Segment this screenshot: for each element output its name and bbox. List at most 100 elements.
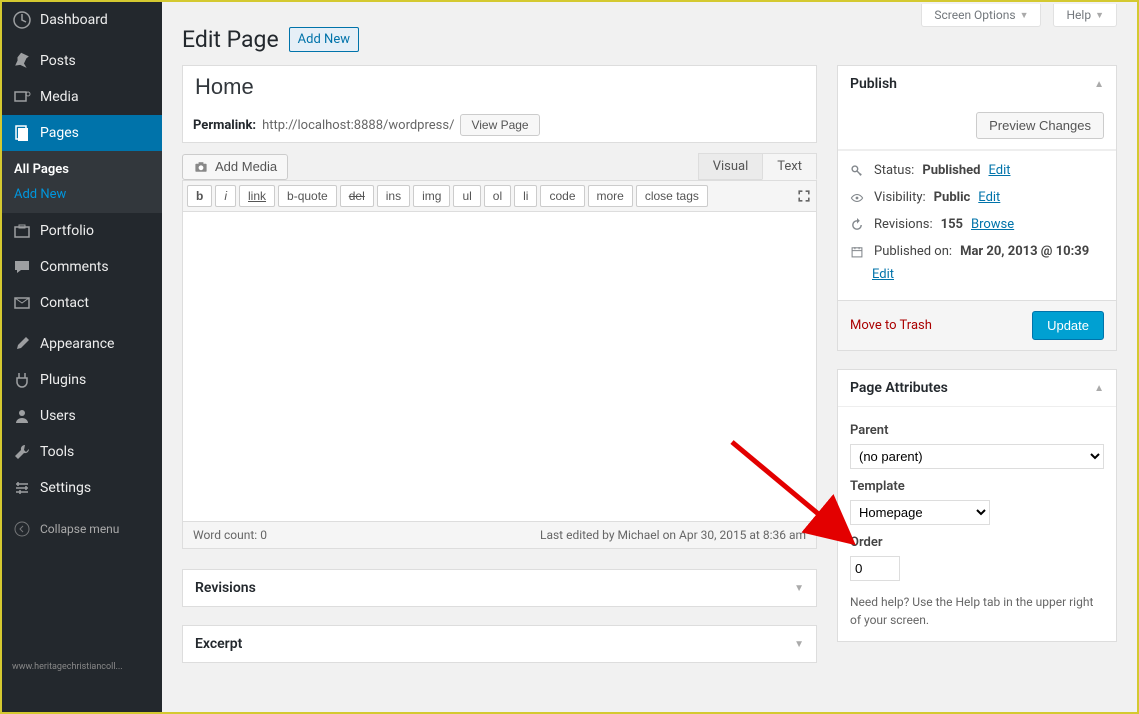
page-attributes-header[interactable]: Page Attributes ▲ xyxy=(838,370,1116,406)
qt-code[interactable]: code xyxy=(540,185,584,207)
edit-visibility-link[interactable]: Edit xyxy=(978,190,1000,205)
media-icon xyxy=(12,87,32,107)
browse-revisions-link[interactable]: Browse xyxy=(971,217,1014,232)
sidebar-item-media[interactable]: Media xyxy=(2,79,162,115)
sidebar-sub-add-new[interactable]: Add New xyxy=(2,182,162,207)
attributes-help-text: Need help? Use the Help tab in the upper… xyxy=(850,593,1104,629)
users-icon xyxy=(12,406,32,426)
qt-closetags[interactable]: close tags xyxy=(636,185,708,207)
sidebar-item-contact[interactable]: Contact xyxy=(2,285,162,321)
admin-sidebar: Dashboard Posts Media Pages All Pages Ad… xyxy=(2,2,162,712)
sidebar-item-portfolio[interactable]: Portfolio xyxy=(2,213,162,249)
chevron-down-icon: ▼ xyxy=(794,639,804,650)
sidebar-item-settings[interactable]: Settings xyxy=(2,470,162,506)
sidebar-sub-all-pages[interactable]: All Pages xyxy=(2,157,162,182)
screen-meta-links: Screen Options ▼ Help ▼ xyxy=(921,4,1117,27)
add-media-button[interactable]: Add Media xyxy=(182,154,288,180)
sidebar-label: Dashboard xyxy=(40,12,108,28)
calendar-icon xyxy=(850,245,866,259)
qt-li[interactable]: li xyxy=(514,185,537,207)
collapse-label: Collapse menu xyxy=(40,522,119,536)
excerpt-header[interactable]: Excerpt ▼ xyxy=(183,626,816,662)
title-container: Permalink: http://localhost:8888/wordpre… xyxy=(182,65,817,143)
chevron-down-icon: ▼ xyxy=(794,583,804,594)
sidebar-label: Portfolio xyxy=(40,223,94,239)
pin-icon xyxy=(12,51,32,71)
sidebar-label: Media xyxy=(40,89,79,105)
preview-changes-button[interactable]: Preview Changes xyxy=(976,112,1104,139)
template-select[interactable]: Homepage xyxy=(850,500,990,525)
sidebar-item-dashboard[interactable]: Dashboard xyxy=(2,2,162,38)
sidebar-item-tools[interactable]: Tools xyxy=(2,434,162,470)
page-title-input[interactable] xyxy=(183,66,816,108)
screen-options-tab[interactable]: Screen Options ▼ xyxy=(921,4,1041,27)
watermark-text: www.heritagechristiancoll... xyxy=(12,662,123,672)
editor-status-bar: Word count: 0 Last edited by Michael on … xyxy=(182,522,817,549)
sidebar-item-users[interactable]: Users xyxy=(2,398,162,434)
chevron-up-icon: ▲ xyxy=(1094,79,1104,90)
sidebar-label: Tools xyxy=(40,444,74,460)
view-page-button[interactable]: View Page xyxy=(460,114,539,136)
sidebar-label: Appearance xyxy=(40,336,114,352)
sidebar-label: Settings xyxy=(40,480,91,496)
publish-header[interactable]: Publish ▲ xyxy=(838,66,1116,102)
qt-ul[interactable]: ul xyxy=(453,185,480,207)
publish-postbox: Publish ▲ Preview Changes Status: Publis… xyxy=(837,65,1117,351)
visual-tab[interactable]: Visual xyxy=(698,153,763,180)
plug-icon xyxy=(12,370,32,390)
envelope-icon xyxy=(12,293,32,313)
collapse-icon xyxy=(12,519,32,539)
qt-ins[interactable]: ins xyxy=(377,185,410,207)
parent-label: Parent xyxy=(850,423,1104,438)
backup-icon xyxy=(850,218,866,232)
qt-link[interactable]: link xyxy=(239,185,275,207)
portfolio-icon xyxy=(12,221,32,241)
add-new-button[interactable]: Add New xyxy=(289,27,359,52)
fullscreen-icon[interactable] xyxy=(796,188,812,204)
parent-select[interactable]: (no parent) xyxy=(850,444,1104,469)
camera-icon xyxy=(193,159,209,175)
word-count: Word count: 0 xyxy=(193,528,267,542)
edit-status-link[interactable]: Edit xyxy=(988,163,1010,178)
qt-more[interactable]: more xyxy=(588,185,633,207)
chevron-down-icon: ▼ xyxy=(1095,10,1104,21)
qt-ol[interactable]: ol xyxy=(484,185,511,207)
revisions-header[interactable]: Revisions ▼ xyxy=(183,570,816,606)
sidebar-item-plugins[interactable]: Plugins xyxy=(2,362,162,398)
update-button[interactable]: Update xyxy=(1032,311,1104,340)
page-attributes-postbox: Page Attributes ▲ Parent (no parent) Tem… xyxy=(837,369,1117,642)
permalink-url: http://localhost:8888/wordpress/ xyxy=(262,118,454,133)
editor-textarea[interactable] xyxy=(182,212,817,522)
main-content: Screen Options ▼ Help ▼ Edit Page Add Ne… xyxy=(162,2,1137,712)
brush-icon xyxy=(12,334,32,354)
order-input[interactable] xyxy=(850,556,900,581)
sidebar-item-pages[interactable]: Pages xyxy=(2,115,162,151)
sidebar-item-comments[interactable]: Comments xyxy=(2,249,162,285)
last-edited: Last edited by Michael on Apr 30, 2015 a… xyxy=(540,528,806,542)
template-label: Template xyxy=(850,479,1104,494)
revisions-postbox: Revisions ▼ xyxy=(182,569,817,607)
sidebar-item-appearance[interactable]: Appearance xyxy=(2,326,162,362)
move-to-trash-link[interactable]: Move to Trash xyxy=(850,318,932,333)
sidebar-item-posts[interactable]: Posts xyxy=(2,43,162,79)
chevron-up-icon: ▲ xyxy=(1094,383,1104,394)
qt-del[interactable]: del xyxy=(340,185,374,207)
help-tab[interactable]: Help ▼ xyxy=(1053,4,1117,27)
text-tab[interactable]: Text xyxy=(762,153,817,180)
key-icon xyxy=(850,164,866,178)
dashboard-icon xyxy=(12,10,32,30)
sidebar-collapse[interactable]: Collapse menu xyxy=(2,511,162,547)
qt-b[interactable]: b xyxy=(187,185,212,207)
edit-date-link[interactable]: Edit xyxy=(872,267,1104,282)
qt-i[interactable]: i xyxy=(215,185,236,207)
sidebar-label: Users xyxy=(40,408,76,424)
sidebar-label: Comments xyxy=(40,259,109,275)
excerpt-postbox: Excerpt ▼ xyxy=(182,625,817,663)
qt-bquote[interactable]: b-quote xyxy=(278,185,337,207)
qt-img[interactable]: img xyxy=(413,185,450,207)
comments-icon xyxy=(12,257,32,277)
order-label: Order xyxy=(850,535,1104,550)
pages-icon xyxy=(12,123,32,143)
sidebar-submenu: All Pages Add New xyxy=(2,151,162,213)
permalink-label: Permalink: xyxy=(193,118,256,133)
